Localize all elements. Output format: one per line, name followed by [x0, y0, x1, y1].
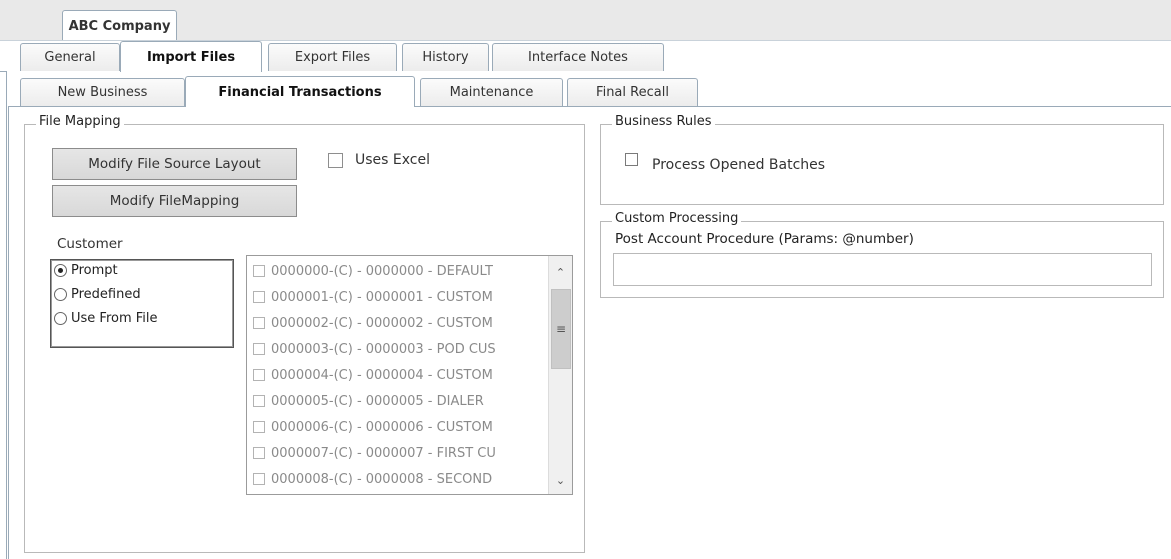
radio-prompt-label: Prompt — [71, 263, 118, 278]
list-item[interactable]: 0000005-(C) - 0000005 - DIALER — [253, 390, 543, 412]
list-item-label: 0000004-(C) - 0000004 - CUSTOM — [271, 367, 493, 383]
list-item-checkbox[interactable] — [253, 291, 265, 303]
file-mapping-legend: File Mapping — [36, 114, 124, 129]
tab-interface-notes-label: Interface Notes — [528, 50, 628, 65]
radio-predefined[interactable]: Predefined — [54, 287, 141, 302]
tab-new-business[interactable]: New Business — [20, 78, 185, 106]
modify-file-mapping-button[interactable]: Modify FileMapping — [52, 185, 297, 217]
radio-use-from-file[interactable]: Use From File — [54, 311, 158, 326]
post-account-procedure-label: Post Account Procedure (Params: @number) — [615, 231, 914, 247]
list-item-checkbox[interactable] — [253, 421, 265, 433]
tab-import-files[interactable]: Import Files — [120, 41, 262, 72]
list-item-checkbox[interactable] — [253, 317, 265, 329]
list-item[interactable]: 0000007-(C) - 0000007 - FIRST CU — [253, 442, 543, 464]
list-item-label: 0000003-(C) - 0000003 - POD CUS — [271, 341, 496, 357]
list-item-label: 0000006-(C) - 0000006 - CUSTOM — [271, 419, 493, 435]
tab-general-label: General — [44, 50, 96, 65]
list-item[interactable]: 0000000-(C) - 0000000 - DEFAULT — [253, 260, 543, 282]
list-item-label: 0000008-(C) - 0000008 - SECOND — [271, 471, 493, 487]
tab-financial-transactions[interactable]: Financial Transactions — [185, 76, 415, 107]
tab-maintenance[interactable]: Maintenance — [420, 78, 563, 106]
list-item-checkbox[interactable] — [253, 265, 265, 277]
tab-final-recall[interactable]: Final Recall — [567, 78, 698, 106]
customer-label: Customer — [57, 236, 123, 252]
tab-company-label: ABC Company — [68, 18, 171, 34]
modify-file-mapping-label: Modify FileMapping — [109, 193, 240, 209]
list-item[interactable]: 0000008-(C) - 0000008 - SECOND — [253, 468, 543, 490]
tab-interface-notes[interactable]: Interface Notes — [492, 43, 664, 71]
list-item-checkbox[interactable] — [253, 447, 265, 459]
tab-maintenance-label: Maintenance — [449, 85, 534, 100]
radio-prompt-button[interactable] — [54, 264, 67, 277]
tab-export-files-label: Export Files — [294, 50, 371, 65]
radio-use-from-file-button[interactable] — [54, 312, 67, 325]
tab-new-business-label: New Business — [57, 85, 148, 100]
tab-final-recall-label: Final Recall — [596, 85, 669, 100]
list-item-label: 0000001-(C) - 0000001 - CUSTOM — [271, 289, 493, 305]
customer-list-scrollbar[interactable]: ⌃ ≡ ⌄ — [548, 256, 572, 494]
uses-excel-checkbox[interactable] — [328, 153, 343, 168]
list-item[interactable]: 0000006-(C) - 0000006 - CUSTOM — [253, 416, 543, 438]
scroll-thumb[interactable]: ≡ — [551, 289, 571, 369]
radio-prompt[interactable]: Prompt — [54, 263, 118, 278]
list-item[interactable]: 0000001-(C) - 0000001 - CUSTOM — [253, 286, 543, 308]
list-item-checkbox[interactable] — [253, 473, 265, 485]
tab-company[interactable]: ABC Company — [62, 10, 177, 41]
post-account-procedure-input[interactable] — [613, 253, 1152, 286]
custom-processing-legend: Custom Processing — [612, 211, 742, 226]
tab-export-files[interactable]: Export Files — [268, 43, 397, 71]
list-item-checkbox[interactable] — [253, 369, 265, 381]
scroll-down-arrow-icon[interactable]: ⌄ — [549, 470, 572, 490]
modify-file-source-layout-label: Modify File Source Layout — [88, 156, 261, 172]
radio-predefined-button[interactable] — [54, 288, 67, 301]
list-item-label: 0000007-(C) - 0000007 - FIRST CU — [271, 445, 496, 461]
radio-use-from-file-label: Use From File — [71, 311, 158, 326]
list-item-label: 0000002-(C) - 0000002 - CUSTOM — [271, 315, 493, 331]
business-rules-legend: Business Rules — [612, 114, 715, 129]
tab-import-files-label: Import Files — [146, 49, 236, 65]
list-item[interactable]: 0000004-(C) - 0000004 - CUSTOM — [253, 364, 543, 386]
modify-file-source-layout-button[interactable]: Modify File Source Layout — [52, 148, 297, 180]
tab-history-label: History — [422, 50, 469, 65]
list-item[interactable]: 0000002-(C) - 0000002 - CUSTOM — [253, 312, 543, 334]
customer-radio-group: Prompt Predefined Use From File — [50, 259, 234, 348]
customer-checklist[interactable]: 0000000-(C) - 0000000 - DEFAULT 0000001-… — [246, 255, 573, 495]
scroll-up-arrow-icon[interactable]: ⌃ — [549, 262, 572, 282]
tab-history[interactable]: History — [402, 43, 489, 71]
process-opened-batches-checkbox[interactable] — [625, 153, 638, 166]
tab-financial-transactions-label: Financial Transactions — [218, 84, 382, 100]
radio-predefined-label: Predefined — [71, 287, 141, 302]
list-item[interactable]: 0000003-(C) - 0000003 - POD CUS — [253, 338, 543, 360]
scroll-grip-icon: ≡ — [555, 322, 567, 336]
tab-general[interactable]: General — [20, 43, 120, 71]
list-item-label: 0000000-(C) - 0000000 - DEFAULT — [271, 263, 493, 279]
list-item-label: 0000005-(C) - 0000005 - DIALER — [271, 393, 484, 409]
process-opened-batches-label: Process Opened Batches — [652, 157, 826, 173]
uses-excel-label: Uses Excel — [355, 152, 430, 168]
list-item-checkbox[interactable] — [253, 343, 265, 355]
list-item-checkbox[interactable] — [253, 395, 265, 407]
